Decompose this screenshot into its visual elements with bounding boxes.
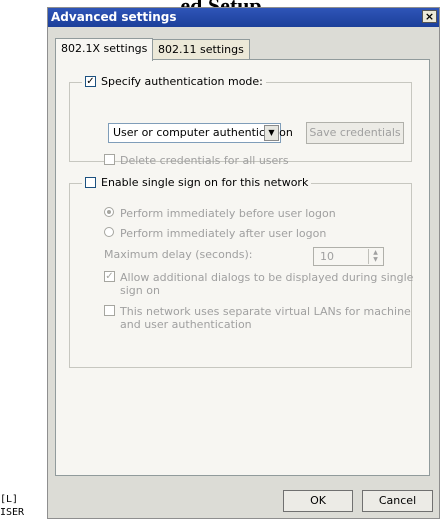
auth-mode-legend[interactable]: ✓ Specify authentication mode: bbox=[82, 75, 266, 88]
auth-mode-label: Specify authentication mode: bbox=[101, 75, 263, 88]
ok-button[interactable]: OK bbox=[283, 490, 353, 512]
auth-mode-select[interactable]: User or computer authentication ▼ bbox=[108, 123, 293, 143]
window-title: Advanced settings bbox=[51, 10, 177, 24]
sso-checkbox[interactable] bbox=[85, 177, 96, 188]
left-fragment-bottom: ISER bbox=[0, 507, 25, 518]
allow-dialogs-checkbox[interactable]: ✓ bbox=[104, 271, 115, 282]
delete-credentials-checkbox[interactable] bbox=[104, 154, 115, 165]
vlan-label-line2: and user authentication bbox=[120, 318, 252, 331]
save-credentials-button[interactable]: Save credentials bbox=[306, 122, 404, 144]
vlan-label-line1: This network uses separate virtual LANs … bbox=[120, 305, 411, 318]
auth-mode-checkbox[interactable]: ✓ bbox=[85, 76, 96, 87]
delete-credentials-label: Delete credentials for all users bbox=[120, 154, 289, 167]
max-delay-label: Maximum delay (seconds): bbox=[104, 248, 253, 261]
sso-legend[interactable]: Enable single sign on for this network bbox=[82, 176, 312, 189]
allow-dialogs-label-line2: sign on bbox=[120, 284, 160, 297]
radio-before-logon[interactable]: Perform immediately before user logon bbox=[104, 207, 336, 220]
allow-dialogs-label-line1: Allow additional dialogs to be displayed… bbox=[120, 271, 414, 284]
vlan-row[interactable]: This network uses separate virtual LANs … bbox=[104, 305, 411, 331]
max-delay-value: 10 bbox=[320, 250, 334, 263]
sso-label: Enable single sign on for this network bbox=[101, 176, 309, 189]
tab-802-11-settings[interactable]: 802.11 settings bbox=[152, 39, 250, 60]
delete-credentials-row[interactable]: Delete credentials for all users bbox=[104, 154, 289, 167]
close-icon[interactable]: × bbox=[422, 10, 437, 23]
radio-before-logon-button[interactable] bbox=[104, 207, 114, 217]
spinner-arrows-icon[interactable]: ▲ ▼ bbox=[368, 249, 382, 264]
title-bar: Advanced settings × bbox=[48, 8, 439, 27]
vlan-checkbox[interactable] bbox=[104, 305, 115, 316]
radio-before-logon-label: Perform immediately before user logon bbox=[120, 207, 336, 220]
allow-dialogs-row[interactable]: ✓ Allow additional dialogs to be display… bbox=[104, 271, 413, 297]
tab-802-1x-settings[interactable]: 802.1X settings bbox=[55, 38, 154, 61]
max-delay-spinner[interactable]: 10 ▲ ▼ bbox=[313, 247, 384, 266]
radio-after-logon-button[interactable] bbox=[104, 227, 114, 237]
cancel-button[interactable]: Cancel bbox=[362, 490, 433, 512]
left-fragment-top: [L] bbox=[0, 494, 19, 505]
chevron-down-icon[interactable]: ▼ bbox=[264, 125, 279, 141]
radio-after-logon-label: Perform immediately after user logon bbox=[120, 227, 327, 240]
radio-after-logon[interactable]: Perform immediately after user logon bbox=[104, 227, 326, 240]
